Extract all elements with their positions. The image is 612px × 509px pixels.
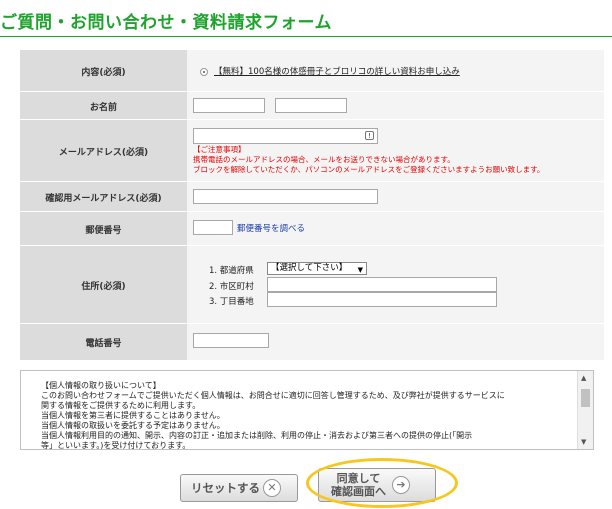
close-icon: ✕: [263, 479, 281, 497]
row-phone: 電話番号: [20, 323, 604, 360]
first-name-input[interactable]: [275, 98, 347, 113]
prefecture-select[interactable]: 【選択して下さい】 ▼: [267, 262, 367, 275]
inquiry-form: 内容(必須) 【無料】100名様の体感冊子とブロリコの詳しい資料お申し込み お名…: [20, 49, 604, 360]
last-name-input[interactable]: [193, 98, 265, 113]
email-label: メールアドレス(必須): [20, 120, 187, 182]
row-email-confirm: 確認用メールアドレス(必須): [20, 181, 604, 212]
title-divider: [0, 36, 612, 37]
city-label: 2. 市区町村: [209, 282, 254, 292]
row-email: メールアドレス(必須) ! 【ご注意事項】 携帯電話のメールアドレスの場合、メー…: [20, 119, 604, 182]
phone-cell: [187, 324, 604, 360]
page-title: ご質問・お問い合わせ・資料請求フォーム: [0, 13, 332, 33]
address-label: 住所(必須): [20, 246, 187, 324]
row-name: お名前: [20, 91, 604, 120]
email-field-cell: ! 【ご注意事項】 携帯電話のメールアドレスの場合、メールをお送りできない場合が…: [187, 120, 604, 182]
row-contents: 内容(必須) 【無料】100名様の体感冊子とブロリコの詳しい資料お申し込み: [20, 49, 604, 92]
prefecture-label: 1. 都道府県: [209, 266, 254, 276]
scroll-thumb[interactable]: [581, 389, 590, 407]
city-input[interactable]: [267, 277, 497, 292]
chevron-down-icon: ▼: [357, 266, 363, 274]
email-note-line1: 携帯電話のメールアドレスの場合、メールをお送りできない場合があります。: [193, 155, 455, 164]
email-input[interactable]: !: [193, 128, 378, 144]
row-address: 住所(必須) 1. 都道府県 【選択して下さい】 ▼ 2. 市区町村 3. 丁目…: [20, 245, 604, 324]
scroll-up-icon[interactable]: ▲: [581, 374, 586, 382]
reset-button-label: リセットする: [191, 481, 260, 495]
address-cell: 1. 都道府県 【選択して下さい】 ▼ 2. 市区町村 3. 丁目番地: [187, 246, 604, 324]
phone-label: 電話番号: [20, 324, 187, 360]
contents-option-label[interactable]: 【無料】100名様の体感冊子とブロリコの詳しい資料お申し込み: [214, 65, 460, 77]
postal-cell: 郵便番号を調べる: [187, 212, 604, 246]
email-confirm-input[interactable]: [193, 189, 378, 204]
privacy-policy-box[interactable]: 【個人情報の取り扱いについて】 このお問い合わせフォームでご提供いただく個人情報…: [20, 370, 594, 450]
phone-input[interactable]: [193, 333, 269, 348]
scroll-down-icon[interactable]: ▼: [581, 438, 586, 446]
contents-radio[interactable]: [200, 68, 208, 76]
prefecture-select-value: 【選択して下さい】: [271, 263, 348, 273]
privacy-scrollbar[interactable]: ▲ ▼: [577, 371, 593, 449]
privacy-policy-text: 【個人情報の取り扱いについて】 このお問い合わせフォームでご提供いただく個人情報…: [41, 381, 505, 450]
name-field: [187, 92, 604, 120]
row-postal: 郵便番号 郵便番号を調べる: [20, 211, 604, 246]
postal-lookup-link[interactable]: 郵便番号を調べる: [237, 222, 305, 234]
street-label: 3. 丁目番地: [209, 297, 254, 307]
email-note-title: 【ご注意事項】: [193, 145, 246, 154]
highlight-circle: [306, 458, 458, 508]
postal-label: 郵便番号: [20, 212, 187, 246]
autofill-icon[interactable]: !: [365, 131, 374, 140]
email-confirm-cell: [187, 182, 604, 212]
name-label: お名前: [20, 92, 187, 120]
contents-label: 内容(必須): [20, 50, 187, 92]
contents-field: 【無料】100名様の体感冊子とブロリコの詳しい資料お申し込み: [187, 50, 604, 92]
reset-button[interactable]: リセットする ✕: [180, 474, 298, 502]
street-input[interactable]: [267, 292, 497, 307]
email-confirm-label: 確認用メールアドレス(必須): [20, 182, 187, 212]
email-note-line2: ブロックを解除していただくか、パソコンのメールアドレスをご登録くださいますようお…: [193, 165, 545, 174]
postal-input[interactable]: [193, 220, 233, 235]
